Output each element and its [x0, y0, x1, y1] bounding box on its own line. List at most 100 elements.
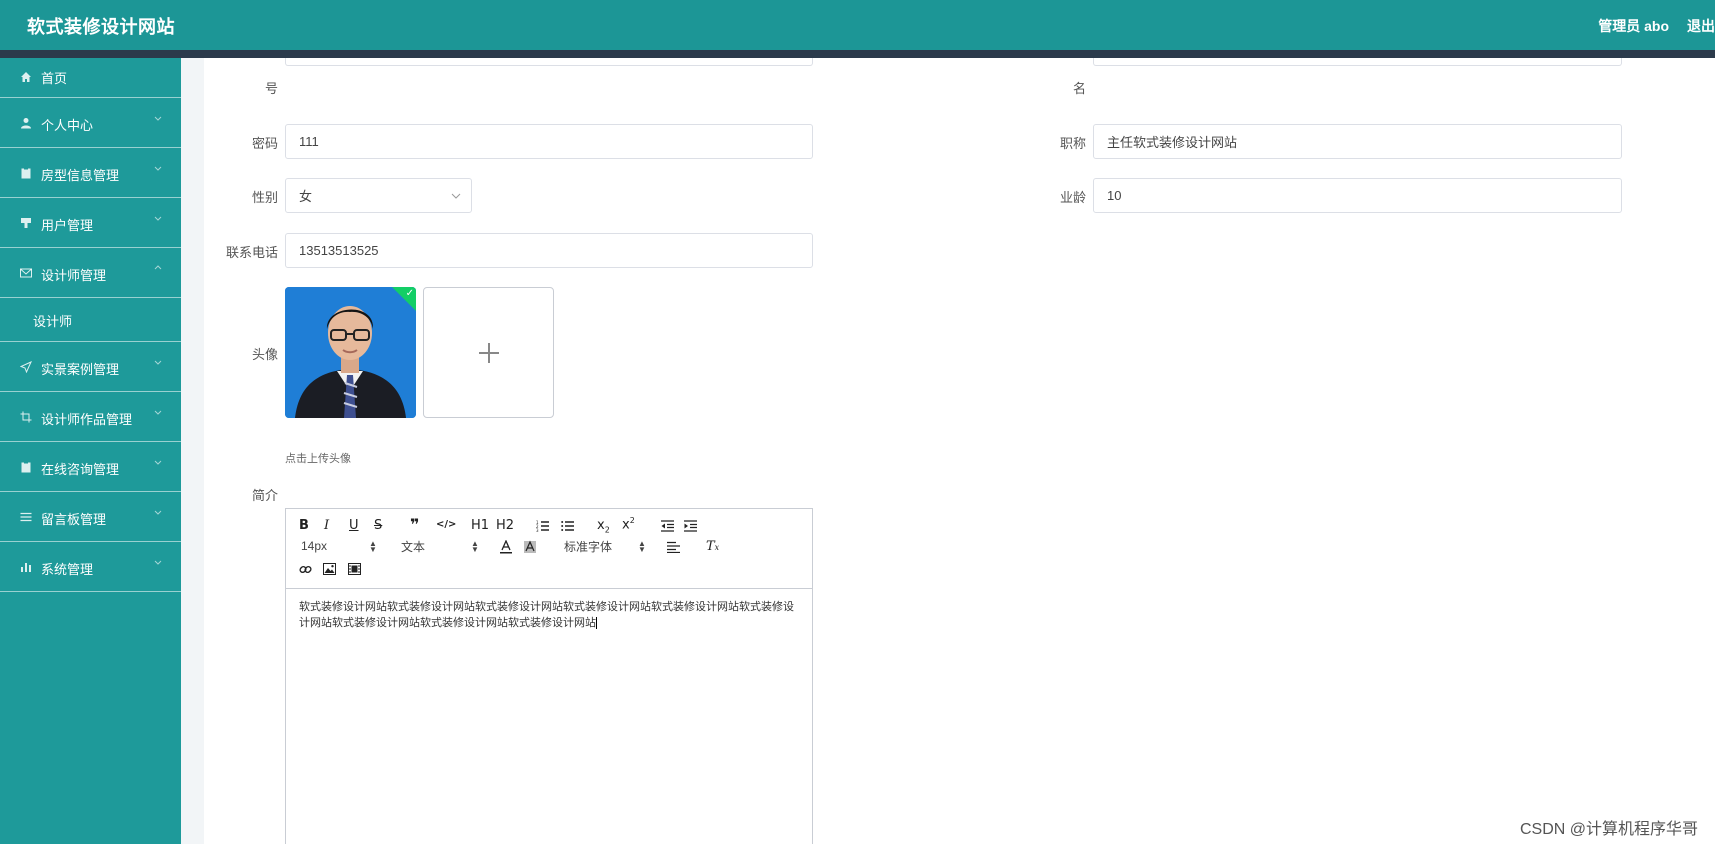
subscript-icon[interactable]: x2 — [597, 518, 610, 535]
header-2-button[interactable]: H2 — [496, 518, 514, 533]
name-label-tail: 名 — [1072, 81, 1086, 96]
bullet-list-icon[interactable] — [561, 520, 574, 532]
blockquote-icon[interactable]: ❞ — [410, 515, 419, 534]
account-field[interactable] — [285, 58, 813, 66]
video-icon[interactable] — [348, 563, 361, 575]
current-user-label: 管理员 abo — [1598, 18, 1669, 34]
editor-toolbar: B I U S ❞ </> H1 H2 123 x2 x2 14px ▲ ▼ 文本… — [286, 509, 812, 589]
header-divider-strip — [0, 50, 1715, 58]
ordered-list-icon[interactable]: 123 — [536, 520, 549, 532]
sidebar-subitem-designer[interactable]: 设计师 — [0, 298, 181, 342]
sidebar-subitem-label: 设计师 — [33, 314, 73, 329]
indent-icon[interactable] — [684, 520, 697, 532]
sidebar: 首页 个人中心 房型信息管理 用户管理 设计师管理 设计师 实景案例管理 设计师… — [0, 58, 181, 844]
user-icon — [21, 118, 31, 129]
chevron-down-icon — [154, 216, 162, 221]
clipboard-icon — [21, 461, 31, 473]
phone-input[interactable]: 13513513525 — [285, 233, 813, 268]
password-input[interactable]: 111 — [285, 124, 813, 159]
sidebar-item-label: 房型信息管理 — [41, 168, 120, 183]
chevron-down-icon — [154, 166, 162, 171]
superscript-icon[interactable]: x2 — [622, 516, 635, 532]
underline-icon[interactable]: U — [349, 518, 359, 533]
job-title-value: 主任软式装修设计网站 — [1107, 135, 1238, 150]
years-value: 10 — [1107, 188, 1122, 203]
sidebar-item-message-board[interactable]: 留言板管理 — [0, 492, 181, 542]
intro-label: 简介 — [251, 488, 278, 503]
font-color-icon[interactable] — [499, 540, 513, 554]
avatar-upload-hint: 点击上传头像 — [285, 453, 351, 465]
app-title: 软式装修设计网站 — [27, 17, 175, 37]
gender-label: 性别 — [251, 190, 278, 205]
avatar-upload-button[interactable] — [423, 287, 554, 418]
gender-value: 女 — [299, 189, 313, 204]
chevron-up-icon — [154, 265, 162, 270]
years-label: 业龄 — [1059, 190, 1086, 205]
select-updown-icon: ▲ ▼ — [638, 539, 646, 554]
link-icon[interactable] — [299, 563, 312, 576]
chevron-down-icon — [154, 116, 162, 121]
image-icon[interactable] — [323, 563, 336, 575]
sidebar-item-real-case[interactable]: 实景案例管理 — [0, 342, 181, 392]
sidebar-item-personal-center[interactable]: 个人中心 — [0, 98, 181, 148]
job-title-input[interactable]: 主任软式装修设计网站 — [1093, 124, 1622, 159]
account-label-tail: 号 — [264, 81, 278, 96]
stamp-icon — [21, 218, 31, 228]
designer-edit-form: 号 名 密码 111 职称 主任软式装修设计网站 性别 女 业龄 10 联系电话… — [204, 58, 1715, 844]
rich-text-editor[interactable]: B I U S ❞ </> H1 H2 123 x2 x2 14px ▲ ▼ 文本… — [285, 508, 813, 844]
send-icon — [20, 361, 32, 373]
years-input[interactable]: 10 — [1093, 178, 1622, 213]
home-icon — [21, 72, 31, 82]
phone-label: 联系电话 — [225, 245, 278, 260]
content-gutter — [181, 58, 204, 844]
password-label: 密码 — [251, 136, 278, 151]
check-icon: ✓ — [405, 288, 414, 299]
logout-link[interactable]: 退出 — [1687, 16, 1715, 36]
text-caret — [596, 617, 597, 630]
font-family-select[interactable]: 标准字体 ▲ ▼ — [564, 538, 646, 555]
sidebar-item-label: 实景案例管理 — [41, 362, 120, 377]
font-size-select[interactable]: 14px ▲ ▼ — [301, 539, 381, 554]
select-updown-icon: ▲ ▼ — [369, 539, 377, 554]
strikethrough-icon[interactable]: S — [374, 518, 382, 533]
list-icon — [20, 512, 32, 522]
chevron-down-icon — [154, 460, 162, 465]
chevron-down-icon — [154, 510, 162, 515]
sidebar-item-label: 首页 — [41, 71, 68, 86]
background-color-icon[interactable] — [523, 540, 537, 554]
editor-content[interactable]: 软式装修设计网站软式装修设计网站软式装修设计网站软式装修设计网站软式装修设计网站… — [299, 599, 799, 631]
job-title-label: 职称 — [1059, 136, 1086, 151]
outdent-icon[interactable] — [661, 520, 674, 532]
gender-select[interactable]: 女 — [285, 178, 472, 213]
header-1-button[interactable]: H1 — [471, 518, 489, 533]
name-field[interactable] — [1093, 58, 1622, 66]
bold-icon[interactable]: B — [299, 518, 309, 533]
chevron-down-icon — [154, 410, 162, 415]
code-block-icon[interactable]: </> — [436, 519, 456, 530]
sidebar-item-label: 在线咨询管理 — [41, 462, 120, 477]
sidebar-item-label: 个人中心 — [41, 118, 94, 133]
header-format-select[interactable]: 文本 ▲ ▼ — [401, 538, 481, 555]
sidebar-item-online-consult[interactable]: 在线咨询管理 — [0, 442, 181, 492]
italic-icon[interactable]: I — [324, 518, 329, 533]
sidebar-item-home[interactable]: 首页 — [0, 58, 181, 98]
svg-text:3: 3 — [536, 528, 539, 532]
sidebar-item-label: 设计师管理 — [41, 268, 107, 283]
chevron-down-icon — [154, 560, 162, 565]
mail-icon — [20, 268, 32, 278]
sidebar-item-label: 用户管理 — [41, 218, 94, 233]
chevron-down-icon — [451, 193, 461, 199]
phone-value: 13513513525 — [299, 243, 379, 258]
sidebar-item-system[interactable]: 系统管理 — [0, 542, 181, 592]
align-left-icon[interactable] — [667, 541, 680, 553]
bar-chart-icon — [21, 563, 31, 572]
sidebar-item-room-type[interactable]: 房型信息管理 — [0, 148, 181, 198]
watermark: CSDN @计算机程序华哥 — [1519, 821, 1698, 838]
sidebar-item-designer-works[interactable]: 设计师作品管理 — [0, 392, 181, 442]
sidebar-item-user-management[interactable]: 用户管理 — [0, 198, 181, 248]
sidebar-item-designer-management[interactable]: 设计师管理 — [0, 248, 181, 298]
avatar-image[interactable]: ✓ — [285, 287, 416, 418]
clear-format-icon[interactable]: Tx — [706, 539, 719, 554]
top-header: 软式装修设计网站 管理员 abo 退出 — [0, 0, 1715, 50]
intro-text: 软式装修设计网站软式装修设计网站软式装修设计网站软式装修设计网站软式装修设计网站… — [299, 601, 794, 629]
